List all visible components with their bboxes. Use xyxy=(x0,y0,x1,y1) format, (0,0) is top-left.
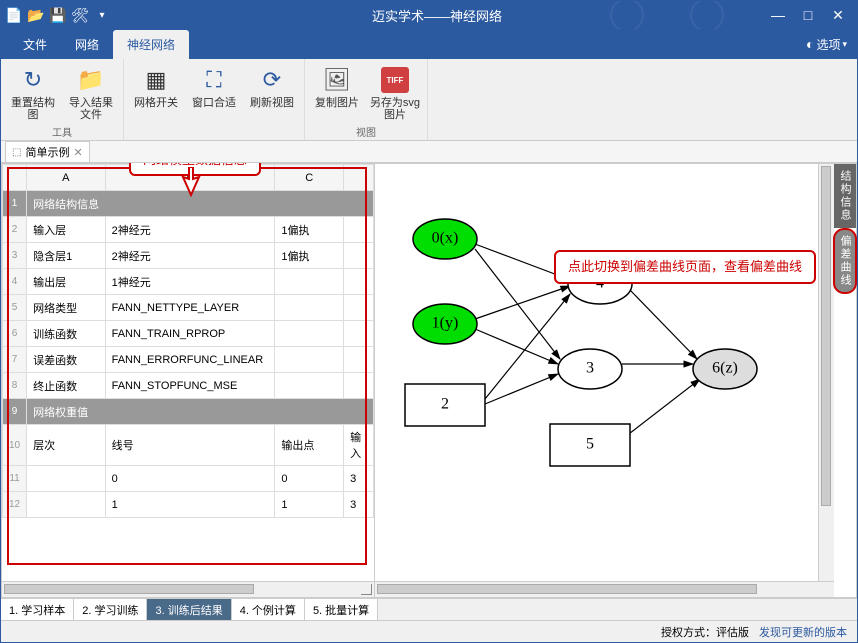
document-tab-strip: ⬚ 简单示例 ✕ xyxy=(1,141,857,163)
bottom-tab-3[interactable]: 4. 个例计算 xyxy=(232,599,305,620)
network-diagram[interactable]: 0(x)1(y)23456(z) xyxy=(375,164,856,597)
bottom-tab-strip: 1. 学习样本2. 学习训练3. 训练后结果4. 个例计算5. 批量计算 xyxy=(1,598,857,620)
ribbon-btn-网格开关[interactable]: ▦ 网格开关 xyxy=(128,63,184,111)
ribbon-label: 复制图片 xyxy=(315,97,359,109)
ribbon-group-label: 工具 xyxy=(52,123,72,140)
workspace: 网络模型数据信息 ABC1网络结构信息2输入层2神经元1偏执3 隐含层12神经元… xyxy=(1,163,857,598)
grid-row[interactable]: 3 隐含层12神经元1偏执 xyxy=(3,243,374,269)
diagram-node-label: 6(z) xyxy=(712,360,738,377)
grid-col-header[interactable]: C xyxy=(275,165,344,191)
grid-row[interactable]: 7误差函数FANN_ERRORFUNC_LINEAR xyxy=(3,347,374,373)
grid-row[interactable]: 12113 xyxy=(3,492,374,518)
ribbon-btn-另存为svg图片[interactable]: TIFF另存为svg图片 xyxy=(367,63,423,123)
ribbon-icon: ↻ xyxy=(17,65,49,95)
qat-open-icon[interactable]: 📂 xyxy=(27,6,45,24)
document-tab[interactable]: ⬚ 简单示例 ✕ xyxy=(5,141,90,162)
grid-row[interactable]: 5网络类型FANN_NETTYPE_LAYER xyxy=(3,295,374,321)
ribbon-label: 导入结果文件 xyxy=(65,97,117,121)
ribbon-btn-复制图片[interactable]: 🖼 复制图片 xyxy=(309,63,365,123)
ribbon-btn-导入结果文件[interactable]: 📁导入结果文件 xyxy=(63,63,119,123)
ribbon-group-label xyxy=(213,126,216,139)
grid-row[interactable]: 10层次线号输出点输入 xyxy=(3,425,374,466)
diagram-node-label: 2 xyxy=(441,396,449,413)
ribbon-btn-窗口合适[interactable]: ⛶ 窗口合适 xyxy=(186,63,242,111)
maximize-button[interactable]: □ xyxy=(793,7,823,24)
data-grid[interactable]: ABC1网络结构信息2输入层2神经元1偏执3 隐含层12神经元1偏执4输出层1神… xyxy=(2,164,374,581)
bottom-tab-4[interactable]: 5. 批量计算 xyxy=(305,599,378,620)
grid-section-header: 9网络权重值 xyxy=(3,399,374,425)
grid-row[interactable]: 2输入层2神经元1偏执 xyxy=(3,217,374,243)
ribbon: ↻重置结构图📁导入结果文件工具▦网格开关⛶窗口合适⟳刷新视图 🖼复制图片TIFF… xyxy=(1,59,857,141)
cube-icon: ⬚ xyxy=(12,147,21,158)
grid-col-header[interactable]: A xyxy=(27,165,105,191)
diagram-node-label: 0(x) xyxy=(432,230,459,247)
grid-corner xyxy=(3,165,27,191)
diagram-vertical-scrollbar[interactable] xyxy=(818,164,834,581)
ribbon-icon: ⟳ xyxy=(256,65,288,95)
titlebar-decoration xyxy=(567,1,767,29)
close-button[interactable]: ✕ xyxy=(823,7,853,24)
quick-access-toolbar: 📄 📂 💾 🛠 ▾ xyxy=(5,6,111,24)
ribbon-label: 另存为svg图片 xyxy=(369,97,421,121)
ribbon-btn-刷新视图[interactable]: ⟳ 刷新视图 xyxy=(244,63,300,111)
grid-horizontal-scrollbar[interactable] xyxy=(2,581,374,597)
grid-row[interactable]: 6训练函数FANN_TRAIN_RPROP xyxy=(3,321,374,347)
bottom-tab-2[interactable]: 3. 训练后结果 xyxy=(147,599,231,620)
data-grid-pane: ABC1网络结构信息2输入层2神经元1偏执3 隐含层12神经元1偏执4输出层1神… xyxy=(1,163,375,598)
diagram-edge xyxy=(485,294,570,399)
diagram-node-label: 3 xyxy=(586,360,594,377)
close-tab-icon[interactable]: ✕ xyxy=(73,146,82,159)
ribbon-icon: ⛶ xyxy=(198,65,230,95)
grid-row[interactable]: 11003 xyxy=(3,466,374,492)
options-menu[interactable]: ◐ 选项 ▾ xyxy=(796,32,857,57)
diagram-edge xyxy=(630,290,697,359)
ribbon-group-1: ▦ 网格开关 ⛶ 窗口合适 ⟳ 刷新视图 xyxy=(124,59,305,140)
minimize-button[interactable]: — xyxy=(763,7,793,24)
diagram-edge xyxy=(625,379,700,437)
diagram-edge xyxy=(475,329,558,364)
menu-tab-0[interactable]: 文件 xyxy=(9,30,61,59)
qat-save-icon[interactable]: 💾 xyxy=(49,6,67,24)
ribbon-label: 重置结构图 xyxy=(7,97,59,121)
qat-dropdown-icon[interactable]: ▾ xyxy=(93,6,111,24)
diagram-pane: 0(x)1(y)23456(z) 结构信息偏差曲线 点此切换到偏差曲线页面，查看… xyxy=(375,163,857,598)
grid-section-header: 1网络结构信息 xyxy=(3,191,374,217)
license-text: 授权方式：评估版 xyxy=(661,624,749,640)
callout-model-info: 网络模型数据信息 xyxy=(129,163,261,176)
ribbon-label: 窗口合适 xyxy=(192,97,236,109)
menu-tab-1[interactable]: 网络 xyxy=(61,30,113,59)
ribbon-group-0: ↻重置结构图📁导入结果文件工具 xyxy=(1,59,124,140)
side-tab-0[interactable]: 结构信息 xyxy=(834,164,856,228)
ribbon-label: 网格开关 xyxy=(134,97,178,109)
side-tab-1[interactable]: 偏差曲线 xyxy=(834,229,856,293)
side-tab-strip: 结构信息偏差曲线 xyxy=(834,164,856,581)
menu-tab-2[interactable]: 神经网络 xyxy=(113,30,189,59)
ribbon-group-label: 视图 xyxy=(356,123,376,140)
ribbon-icon: 🖼 xyxy=(321,65,353,95)
bottom-tab-1[interactable]: 2. 学习训练 xyxy=(74,599,147,620)
ribbon-btn-重置结构图[interactable]: ↻重置结构图 xyxy=(5,63,61,123)
ribbon-icon: ▦ xyxy=(140,65,172,95)
diagram-node-label: 1(y) xyxy=(432,315,459,332)
qat-new-icon[interactable]: 📄 xyxy=(5,6,23,24)
bottom-tab-0[interactable]: 1. 学习样本 xyxy=(1,599,74,620)
ribbon-label: 刷新视图 xyxy=(250,97,294,109)
ribbon-icon: TIFF xyxy=(379,65,411,95)
diagram-node-label: 5 xyxy=(586,436,594,453)
qat-settings-icon[interactable]: 🛠 xyxy=(71,6,89,24)
ribbon-icon: 📁 xyxy=(75,65,107,95)
diagram-edge xyxy=(485,374,558,404)
grid-row[interactable]: 4输出层1神经元 xyxy=(3,269,374,295)
diagram-horizontal-scrollbar[interactable] xyxy=(375,581,834,597)
document-tab-label: 简单示例 xyxy=(25,144,69,160)
menu-bar: 文件网络神经网络 ◐ 选项 ▾ xyxy=(1,29,857,59)
callout-deviation-curve: 点此切换到偏差曲线页面，查看偏差曲线 xyxy=(554,250,816,284)
ribbon-group-2: 🖼复制图片TIFF另存为svg图片视图 xyxy=(305,59,428,140)
grid-row[interactable]: 8终止函数FANN_STOPFUNC_MSE xyxy=(3,373,374,399)
update-link[interactable]: 发现可更新的版本 xyxy=(759,624,847,640)
title-bar: 📄 📂 💾 🛠 ▾ 迈实学术——神经网络 — □ ✕ xyxy=(1,1,857,29)
status-bar: 授权方式：评估版 发现可更新的版本 xyxy=(1,620,857,642)
diagram-edge xyxy=(475,286,570,319)
